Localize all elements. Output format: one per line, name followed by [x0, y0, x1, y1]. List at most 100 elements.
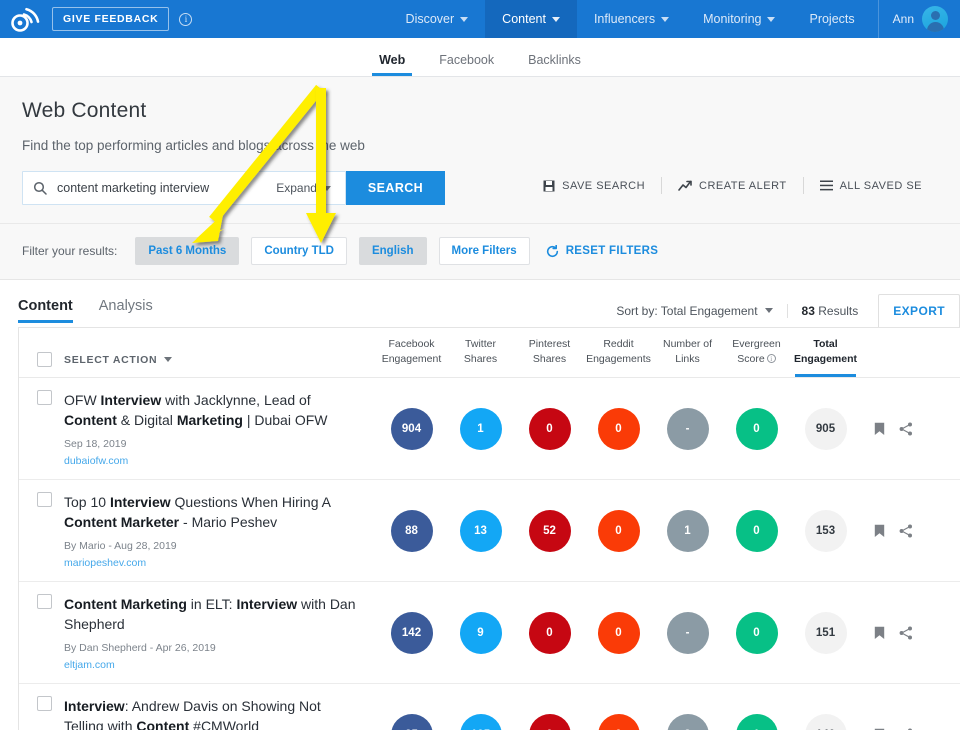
filter-chip-country-tld[interactable]: Country TLD: [251, 237, 347, 265]
channel-tabs: Web Facebook Backlinks: [0, 38, 960, 77]
metric-bubble: 0: [529, 408, 571, 450]
user-avatar-icon: [922, 6, 948, 32]
metric-links: 2: [653, 714, 722, 730]
results-header-right: Sort by: Total Engagement 83 Results EXP…: [616, 294, 960, 327]
metric-twitter: 13: [446, 510, 515, 552]
result-title[interactable]: OFW Interview with Jacklynne, Lead of Co…: [64, 390, 361, 430]
share-icon[interactable]: [899, 422, 913, 436]
column-header-reddit-engagements[interactable]: Reddit Engagements: [584, 337, 653, 371]
metric-pinterest: 0: [515, 612, 584, 654]
expand-dropdown[interactable]: Expand: [262, 181, 345, 195]
info-icon[interactable]: i: [767, 354, 776, 363]
search-box[interactable]: Expand: [22, 171, 346, 205]
select-action-cell: SELECT ACTION: [19, 352, 377, 371]
result-title[interactable]: Content Marketing in ELT: Interview with…: [64, 594, 361, 634]
table-row[interactable]: Top 10 Interview Questions When Hiring A…: [19, 480, 960, 582]
select-all-checkbox[interactable]: [37, 352, 52, 367]
result-title-cell: Top 10 Interview Questions When Hiring A…: [19, 480, 377, 581]
metric-bubble: 0: [736, 408, 778, 450]
search-button[interactable]: SEARCH: [346, 171, 445, 205]
column-header-total-engagement[interactable]: Total Engagement: [791, 337, 860, 371]
tab-facebook[interactable]: Facebook: [439, 53, 494, 76]
row-checkbox[interactable]: [37, 390, 52, 405]
bookmark-icon[interactable]: [874, 524, 885, 538]
nav-item-monitoring[interactable]: Monitoring: [686, 0, 792, 38]
nav-item-influencers[interactable]: Influencers: [577, 0, 686, 38]
app-logo[interactable]: [0, 0, 52, 38]
metric-evergreen: 0: [722, 612, 791, 654]
page-title: Web Content: [22, 99, 938, 123]
create-alert-label: CREATE ALERT: [699, 180, 787, 192]
metric-facebook: 35: [377, 714, 446, 730]
filter-chip-more-filters[interactable]: More Filters: [439, 237, 530, 265]
table-row[interactable]: Interview: Andrew Davis on Showing Not T…: [19, 684, 960, 730]
reset-filters-button[interactable]: RESET FILTERS: [546, 245, 659, 258]
create-alert-button[interactable]: CREATE ALERT: [662, 180, 803, 192]
row-checkbox[interactable]: [37, 696, 52, 711]
give-feedback-button[interactable]: GIVE FEEDBACK: [52, 7, 169, 31]
select-action-label: SELECT ACTION: [64, 354, 157, 366]
metric-bubble: 1: [736, 714, 778, 730]
result-meta: Sep 18, 2019: [64, 438, 361, 450]
results-tab-content[interactable]: Content: [18, 298, 73, 323]
result-url[interactable]: mariopeshev.com: [64, 557, 361, 569]
table-row[interactable]: OFW Interview with Jacklynne, Lead of Co…: [19, 378, 960, 480]
results-tab-content-label: Content: [18, 298, 73, 314]
filter-chip-english[interactable]: English: [359, 237, 427, 265]
metric-bubble: 0: [736, 612, 778, 654]
metric-bubble: 105: [460, 714, 502, 730]
select-action-dropdown[interactable]: SELECT ACTION: [64, 354, 172, 366]
metric-twitter: 105: [446, 714, 515, 730]
column-header-number-of-links[interactable]: Number of Links: [653, 337, 722, 371]
bookmark-icon[interactable]: [874, 626, 885, 640]
nav-item-projects[interactable]: Projects: [792, 0, 871, 38]
all-saved-searches-button[interactable]: ALL SAVED SE: [804, 180, 938, 192]
row-actions: [860, 626, 922, 640]
sort-by-dropdown[interactable]: Sort by: Total Engagement: [616, 304, 786, 318]
tab-web[interactable]: Web: [379, 53, 405, 76]
metric-twitter: 9: [446, 612, 515, 654]
col-line2: Engagements: [584, 352, 653, 367]
results-tab-analysis[interactable]: Analysis: [99, 298, 153, 323]
column-header-evergreen-score[interactable]: Evergreen Scorei: [722, 337, 791, 371]
table-row[interactable]: Content Marketing in ELT: Interview with…: [19, 582, 960, 684]
col-line1: Number of: [653, 337, 722, 352]
metric-bubble: 142: [391, 612, 433, 654]
share-icon[interactable]: [899, 524, 913, 538]
bookmark-icon[interactable]: [874, 422, 885, 436]
nav-item-content[interactable]: Content: [485, 0, 577, 38]
metric-links: 1: [653, 510, 722, 552]
save-search-button[interactable]: SAVE SEARCH: [527, 180, 661, 192]
search-input[interactable]: [57, 181, 262, 195]
column-header-pinterest-shares[interactable]: Pinterest Shares: [515, 337, 584, 371]
column-header-twitter-shares[interactable]: Twitter Shares: [446, 337, 515, 371]
result-url[interactable]: eltjam.com: [64, 659, 361, 671]
metric-total: 140: [791, 714, 860, 730]
share-icon[interactable]: [899, 626, 913, 640]
column-header-facebook-engagement[interactable]: Facebook Engagement: [377, 337, 446, 371]
save-disk-icon: [543, 180, 555, 192]
search-toolbar-actions: SAVE SEARCH CREATE ALERT: [527, 177, 938, 194]
nav-label-discover: Discover: [406, 12, 455, 26]
metric-bubble: 0: [598, 408, 640, 450]
metric-bubble: 88: [391, 510, 433, 552]
filter-chip-past-6-months[interactable]: Past 6 Months: [135, 237, 239, 265]
metric-total: 151: [791, 612, 860, 654]
info-icon[interactable]: i: [179, 13, 192, 26]
result-url[interactable]: dubaiofw.com: [64, 455, 361, 467]
results-header: Content Analysis Sort by: Total Engageme…: [0, 280, 960, 327]
result-title[interactable]: Top 10 Interview Questions When Hiring A…: [64, 492, 361, 532]
nav-item-discover[interactable]: Discover: [389, 0, 486, 38]
col-line1: Reddit: [584, 337, 653, 352]
result-title-cell: Interview: Andrew Davis on Showing Not T…: [19, 684, 377, 730]
row-checkbox[interactable]: [37, 594, 52, 609]
metric-bubble: 52: [529, 510, 571, 552]
tab-backlinks[interactable]: Backlinks: [528, 53, 581, 76]
metric-facebook: 904: [377, 408, 446, 450]
export-button[interactable]: EXPORT: [878, 294, 960, 327]
row-checkbox[interactable]: [37, 492, 52, 507]
result-title[interactable]: Interview: Andrew Davis on Showing Not T…: [64, 696, 361, 730]
metric-bubble: 140: [805, 714, 847, 730]
result-title-cell: Content Marketing in ELT: Interview with…: [19, 582, 377, 683]
user-menu[interactable]: Ann: [878, 0, 960, 38]
